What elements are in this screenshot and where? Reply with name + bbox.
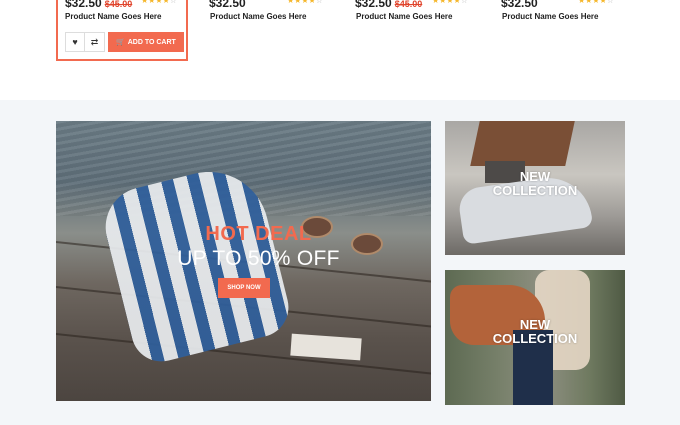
collection-title-line1: NEW	[519, 169, 551, 184]
price-row: $32.50 $45.00	[65, 0, 132, 12]
price-row: $32.50	[209, 0, 246, 12]
collection-title-line2: COLLECTION	[492, 331, 578, 346]
compare-icon[interactable]: ⇄	[85, 32, 105, 52]
discount-subtitle: UP TO 50% OFF	[177, 247, 340, 270]
collection-title-line2: COLLECTION	[492, 183, 578, 198]
hot-deal-banner[interactable]: HOT DEAL UP TO 50% OFF SHOP NOW	[56, 121, 431, 401]
hot-deal-title: HOT DEAL	[205, 223, 312, 245]
product-name[interactable]: Product Name Goes Here	[210, 12, 306, 21]
rating-stars: ★★★★☆	[578, 0, 614, 5]
product-name[interactable]: Product Name Goes Here	[65, 12, 161, 21]
heart-icon[interactable]: ♥	[65, 32, 85, 52]
cart-icon: 🛒	[116, 39, 125, 46]
new-collection-banner[interactable]: NEW COLLECTION	[445, 121, 625, 255]
price: $32.50	[209, 0, 246, 10]
rating-stars: ★★★★☆	[141, 0, 177, 5]
banner-image	[290, 333, 362, 361]
rating-stars: ★★★★☆	[432, 0, 468, 5]
product-card[interactable]: $32.50 ★★★★☆ Product Name Goes Here	[501, 0, 631, 40]
old-price: $45.00	[394, 0, 423, 9]
rating-stars: ★★★★☆	[287, 0, 323, 5]
product-card[interactable]: $32.50 ★★★★☆ Product Name Goes Here	[209, 0, 339, 40]
collection-title: NEW COLLECTION	[445, 318, 625, 346]
price-row: $32.50	[501, 0, 538, 12]
product-card[interactable]: $32.50 $45.00 ★★★★☆ Product Name Goes Her…	[355, 0, 485, 40]
add-to-cart-button[interactable]: 🛒 ADD TO CART	[108, 32, 184, 52]
price: $32.50	[355, 0, 392, 10]
old-price: $45.00	[104, 0, 133, 9]
price: $32.50	[65, 0, 102, 10]
product-name[interactable]: Product Name Goes Here	[356, 12, 452, 21]
add-to-cart-label: ADD TO CART	[127, 38, 176, 46]
collection-title-line1: NEW	[519, 317, 551, 332]
price: $32.50	[501, 0, 538, 10]
shop-now-button[interactable]: SHOP NOW	[218, 278, 270, 298]
product-name[interactable]: Product Name Goes Here	[502, 12, 598, 21]
collection-title: NEW COLLECTION	[445, 170, 625, 198]
price-row: $32.50 $45.00	[355, 0, 422, 12]
new-collection-banner[interactable]: NEW COLLECTION	[445, 270, 625, 405]
product-card[interactable]: $32.50 $45.00 ★★★★☆ Product Name Goes Her…	[56, 0, 188, 61]
product-actions: ♥ ⇄ 🛒 ADD TO CART	[65, 32, 184, 52]
product-strip: $32.50 $45.00 ★★★★☆ Product Name Goes Her…	[0, 0, 680, 100]
banner-image	[470, 121, 575, 166]
